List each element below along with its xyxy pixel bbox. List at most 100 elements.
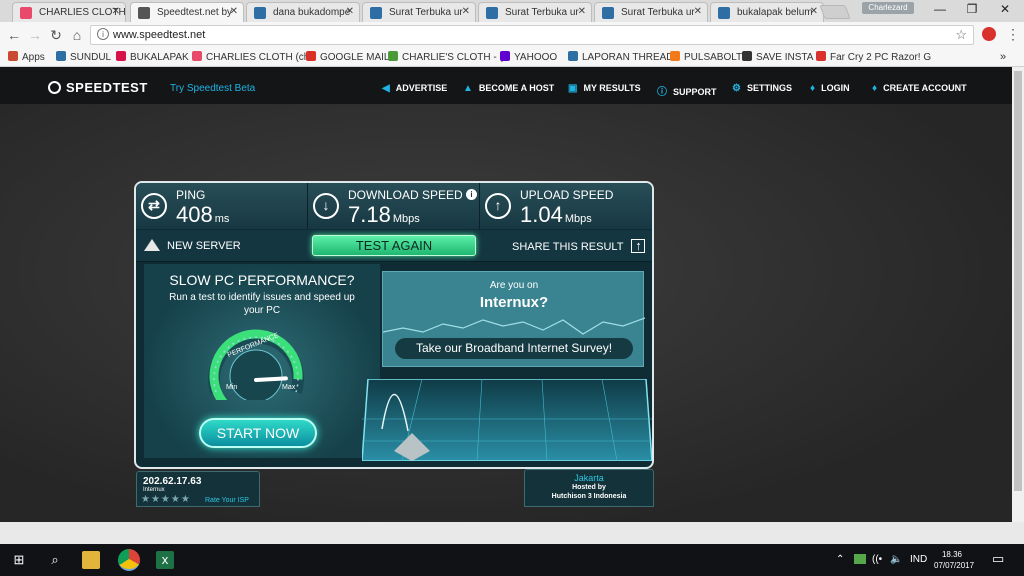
nav-become-host[interactable]: ▲ BECOME A HOST <box>463 83 554 94</box>
bookmark-item[interactable]: GOOGLE MAIL <box>306 51 389 63</box>
bookmark-favicon-icon <box>388 51 398 61</box>
start-now-button[interactable]: START NOW <box>199 418 317 448</box>
speedtest-logo[interactable]: SPEEDTEST <box>48 80 148 95</box>
bookmark-item[interactable]: BUKALAPAK <box>116 51 189 63</box>
ping-label: PING <box>176 188 206 202</box>
bookmark-item[interactable]: Far Cry 2 PC Razor! G <box>816 51 931 63</box>
bookmark-item[interactable]: PULSABOLT <box>670 51 742 63</box>
user-add-icon: ♦ <box>872 83 878 94</box>
bookmark-item[interactable]: LAPORAN THREAD <box>568 51 674 63</box>
download-info-icon[interactable]: i <box>466 189 477 200</box>
nav-settings[interactable]: ⚙ SETTINGS <box>732 83 792 94</box>
bookmark-item[interactable]: SAVE INSTA <box>742 51 813 63</box>
nav-login[interactable]: ♦ LOGIN <box>810 83 850 94</box>
minimize-icon[interactable]: — <box>930 2 950 16</box>
download-unit: Mbps <box>392 213 420 225</box>
language-indicator[interactable]: IND <box>910 554 927 565</box>
server-box: Jakarta Hosted by Hutchison 3 Indonesia <box>524 469 654 507</box>
download-number: 7.18 <box>348 202 391 227</box>
site-info-icon[interactable]: i <box>97 28 109 40</box>
upload-stat: ↑ UPLOAD SPEED 1.04 Mbps <box>480 183 652 229</box>
close-tab-icon[interactable]: ✕ <box>230 6 238 17</box>
broadband-survey-button[interactable]: Take our Broadband Internet Survey! <box>395 338 633 359</box>
reload-icon[interactable]: ↻ <box>48 27 64 44</box>
extension-icon[interactable] <box>982 27 996 41</box>
close-tab-icon[interactable]: ✕ <box>810 6 818 17</box>
close-tab-icon[interactable]: ✕ <box>346 6 354 17</box>
vertical-scrollbar[interactable] <box>1012 67 1024 522</box>
bookmark-label: CHARLIES CLOTH (ch <box>206 52 310 63</box>
bookmark-star-icon[interactable]: ☆ <box>955 27 967 43</box>
browser-tab[interactable]: Surat Terbuka ur ✕ <box>478 2 592 22</box>
close-tab-icon[interactable]: ✕ <box>462 6 470 17</box>
close-window-icon[interactable]: ✕ <box>995 2 1015 16</box>
bookmark-item[interactable]: YAHOOO <box>500 51 557 63</box>
back-icon[interactable]: ← <box>6 27 22 43</box>
isp-survey-ad[interactable]: Are you on Internux? Take our Broadband … <box>382 271 645 367</box>
browser-tab[interactable]: dana bukadompe ✕ <box>246 2 360 22</box>
excel-icon[interactable]: x <box>156 551 174 569</box>
new-tab-button[interactable] <box>819 5 851 19</box>
nav-label: MY RESULTS <box>583 83 641 93</box>
home-icon[interactable]: ⌂ <box>69 27 85 43</box>
tab-favicon-icon <box>718 7 730 19</box>
close-tab-icon[interactable]: ✕ <box>694 6 702 17</box>
bookmark-item[interactable]: Apps <box>8 51 45 63</box>
nvidia-icon[interactable] <box>854 554 866 564</box>
pc-performance-ad[interactable]: SLOW PC PERFORMANCE? Run a test to ident… <box>144 264 380 458</box>
nav-create-account[interactable]: ♦ CREATE ACCOUNT <box>872 83 967 94</box>
download-value: 7.18 Mbps <box>348 202 420 228</box>
logo-text: SPEEDTEST <box>66 80 148 95</box>
browser-menu-icon[interactable]: ⋮ <box>1006 26 1020 43</box>
volume-icon[interactable]: 🔈 <box>890 554 902 565</box>
test-again-button[interactable]: TEST AGAIN <box>312 235 476 256</box>
more-bookmarks-icon[interactable]: » <box>1000 51 1006 63</box>
browser-tab[interactable]: Speedtest.net by ✕ <box>130 2 244 22</box>
horizontal-scrollbar[interactable] <box>0 522 1024 544</box>
browser-tab[interactable]: Surat Terbuka ur ✕ <box>594 2 708 22</box>
nav-label: LOGIN <box>821 83 850 93</box>
download-arrow-icon: ↓ <box>313 193 339 219</box>
bookmark-item[interactable]: CHARLIE'S CLOTH - ( <box>388 51 503 63</box>
nav-support[interactable]: ⓘ SUPPORT <box>657 83 717 98</box>
browser-tab[interactable]: CHARLIES CLOTH ✕ <box>12 2 126 22</box>
rating-stars[interactable]: ★★★★★ <box>141 494 191 505</box>
share-result-button[interactable]: SHARE THIS RESULT ↑ <box>512 239 646 253</box>
nav-advertise[interactable]: ◀ ADVERTISE <box>382 83 447 94</box>
client-isp: Internux <box>143 487 165 493</box>
speedtest-gauge-icon <box>48 81 61 94</box>
browser-tab[interactable]: bukalapak belum ✕ <box>710 2 824 22</box>
host-icon: ▲ <box>463 83 473 94</box>
chrome-icon[interactable] <box>118 549 140 571</box>
address-bar[interactable]: i www.speedtest.net ☆ <box>90 25 974 45</box>
tray-chevron-icon[interactable]: ⌃ <box>836 554 844 565</box>
rate-isp-link[interactable]: Rate Your ISP <box>205 497 249 504</box>
windows-start-icon[interactable]: ⊞ <box>10 551 28 569</box>
profile-button[interactable]: Charlezard <box>862 2 914 14</box>
bookmark-favicon-icon <box>670 51 680 61</box>
wifi-icon[interactable]: ((• <box>872 554 882 565</box>
bookmark-label: YAHOOO <box>514 52 558 63</box>
restore-icon[interactable]: ❐ <box>962 2 982 16</box>
bookmark-item[interactable]: SUNDUL <box>56 51 111 63</box>
taskbar: ⊞ ⌕ x ⌃ ((• 🔈 IND 18.36 07/07/2017 ▭ <box>0 544 1024 576</box>
close-tab-icon[interactable]: ✕ <box>578 6 586 17</box>
scrollbar-thumb[interactable] <box>1014 71 1022 491</box>
clock[interactable]: 18.36 07/07/2017 <box>934 549 974 571</box>
bookmark-label: GOOGLE MAIL <box>320 52 390 63</box>
browser-tab[interactable]: Surat Terbuka ur ✕ <box>362 2 476 22</box>
url-text[interactable]: www.speedtest.net <box>113 29 205 41</box>
megaphone-icon: ◀ <box>382 83 390 94</box>
notifications-icon[interactable]: ▭ <box>992 551 1004 567</box>
nav-my-results[interactable]: ▣ MY RESULTS <box>568 83 641 94</box>
ping-icon: ⇄ <box>141 193 167 219</box>
new-server-button[interactable]: NEW SERVER <box>144 239 241 252</box>
try-beta-link[interactable]: Try Speedtest Beta <box>170 83 255 94</box>
bookmark-item[interactable]: CHARLIES CLOTH (ch <box>192 51 309 63</box>
search-icon[interactable]: ⌕ <box>46 551 64 569</box>
forward-icon[interactable]: → <box>27 27 43 43</box>
close-tab-icon[interactable]: ✕ <box>112 6 120 17</box>
nav-label: CREATE ACCOUNT <box>883 83 967 93</box>
clock-time: 18.36 <box>941 550 963 559</box>
file-explorer-icon[interactable] <box>82 551 100 569</box>
